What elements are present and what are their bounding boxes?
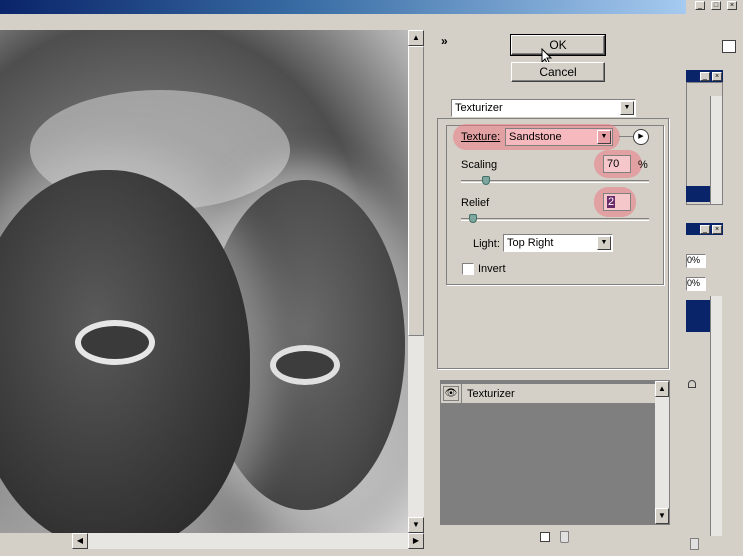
- texture-label: Texture:: [461, 131, 501, 143]
- maximize-icon[interactable]: □: [711, 1, 721, 10]
- minimize-icon[interactable]: _: [695, 1, 705, 10]
- new-effect-icon[interactable]: [540, 532, 550, 542]
- texture-selected-value: Sandstone: [509, 131, 562, 143]
- trash-icon[interactable]: [560, 531, 569, 543]
- scaling-value: 70: [607, 158, 620, 170]
- list-item[interactable]: 👁 Texturizer: [441, 384, 655, 404]
- preview-horizontal-scrollbar[interactable]: ◀ ▶: [72, 533, 424, 549]
- palette-scrollbar-2[interactable]: [710, 296, 722, 536]
- scaling-unit: %: [638, 159, 648, 171]
- preview-eye-left: [75, 320, 155, 365]
- close-icon[interactable]: ×: [712, 225, 722, 234]
- relief-slider-track[interactable]: [461, 218, 649, 221]
- fill-value: 0%: [687, 278, 701, 288]
- relief-value: 2: [607, 196, 616, 208]
- opacity-value: 0%: [687, 255, 701, 265]
- texture-menu-connector: [619, 136, 633, 137]
- side-palettes: _ □ × _ × _ × 0% 0%: [686, 0, 743, 556]
- light-label: Light:: [473, 238, 500, 250]
- palette-selected-row: [686, 186, 710, 202]
- relief-label: Relief: [461, 197, 490, 209]
- relief-input[interactable]: 2: [603, 193, 631, 211]
- trash-icon[interactable]: [690, 538, 699, 550]
- scroll-down-arrow-icon[interactable]: ▼: [655, 508, 669, 524]
- texture-menu-icon[interactable]: ▶: [633, 129, 649, 145]
- chevron-down-icon[interactable]: ▼: [597, 236, 611, 250]
- window-title-bar: [0, 0, 686, 14]
- eye-icon[interactable]: 👁: [443, 386, 459, 401]
- scroll-up-arrow-icon[interactable]: ▲: [655, 381, 669, 397]
- scroll-left-arrow-icon[interactable]: ◀: [72, 533, 88, 549]
- image-preview: [0, 30, 408, 533]
- palette-well-icon[interactable]: [722, 40, 736, 53]
- relief-slider-thumb[interactable]: [468, 214, 477, 223]
- preview-vertical-scrollbar[interactable]: ▲ ▼: [408, 30, 424, 533]
- light-select[interactable]: Top Right ▼: [503, 234, 613, 252]
- collapse-chevron-icon[interactable]: »: [441, 34, 448, 48]
- filter-selected-value: Texturizer: [455, 102, 503, 114]
- opacity-field[interactable]: 0%: [686, 254, 706, 268]
- invert-checkbox[interactable]: [462, 263, 474, 275]
- ok-button[interactable]: OK: [510, 34, 606, 56]
- close-icon[interactable]: ×: [712, 72, 722, 81]
- preview-eye-right: [270, 345, 340, 385]
- invert-label: Invert: [478, 263, 506, 275]
- list-divider: [461, 384, 462, 404]
- scroll-down-arrow-icon[interactable]: ▼: [408, 517, 424, 533]
- light-selected-value: Top Right: [507, 237, 554, 249]
- scaling-input[interactable]: 70: [603, 155, 631, 173]
- scaling-label: Scaling: [461, 159, 498, 171]
- minimize-icon[interactable]: _: [700, 225, 710, 234]
- filter-select[interactable]: Texturizer ▼: [451, 99, 636, 117]
- effects-list-scrollbar[interactable]: ▲ ▼: [655, 381, 669, 524]
- layer-selected-row: [686, 300, 710, 332]
- chevron-down-icon[interactable]: ▼: [597, 130, 611, 144]
- lock-icon[interactable]: [688, 380, 696, 388]
- fill-field[interactable]: 0%: [686, 277, 706, 291]
- texture-select[interactable]: Sandstone ▼: [505, 128, 613, 146]
- list-item-label: Texturizer: [467, 388, 515, 400]
- minimize-icon[interactable]: _: [700, 72, 710, 81]
- vertical-scroll-thumb[interactable]: [408, 46, 424, 336]
- scroll-right-arrow-icon[interactable]: ▶: [408, 533, 424, 549]
- palette-scrollbar-1[interactable]: [710, 96, 722, 204]
- cancel-button[interactable]: Cancel: [511, 62, 605, 82]
- scaling-slider-thumb[interactable]: [482, 176, 491, 185]
- close-icon[interactable]: ×: [727, 1, 737, 10]
- chevron-down-icon[interactable]: ▼: [620, 101, 634, 115]
- scroll-up-arrow-icon[interactable]: ▲: [408, 30, 424, 46]
